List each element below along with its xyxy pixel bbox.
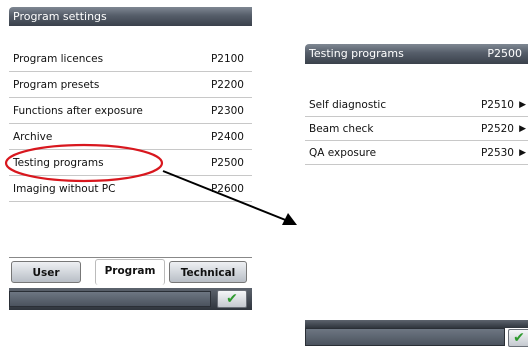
callout-overlay — [4, 143, 297, 225]
highlight-ellipse — [4, 143, 164, 183]
pointer-arrow-line — [162, 170, 289, 222]
